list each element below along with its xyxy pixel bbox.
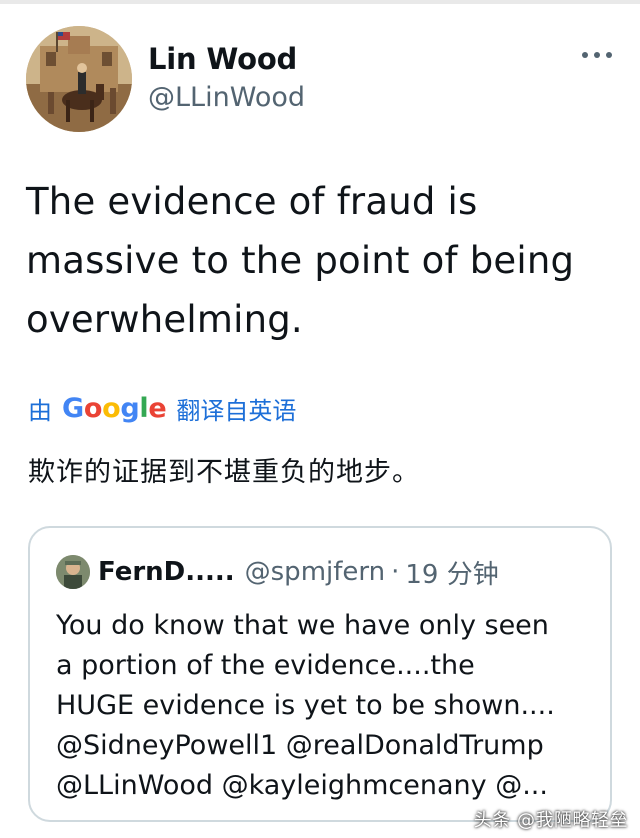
more-horizontal-icon[interactable] xyxy=(582,48,612,62)
quoted-tweet-header: FernD..... @spmjfern · 19 分钟 xyxy=(56,552,499,592)
translate-by-label: 由 xyxy=(28,396,52,425)
quoted-line: @SidneyPowell1 @realDonaldTrump xyxy=(56,730,544,761)
quoted-timestamp: 19 分钟 xyxy=(405,559,499,590)
translated-text: 欺诈的证据到不堪重负的地步。 xyxy=(28,457,420,488)
quoted-line: @LLinWood @kayleighmcenany @... xyxy=(56,770,548,801)
quoted-separator: · xyxy=(391,557,400,587)
tweet-line: massive to the point of being xyxy=(26,239,575,282)
tweet-line: overwhelming. xyxy=(26,298,303,341)
translate-from-label: 翻译自英语 xyxy=(176,396,297,425)
tweet-header: Lin Wood @LLinWood xyxy=(26,26,616,132)
tweet-line: The evidence of fraud is xyxy=(26,180,478,223)
quoted-tweet[interactable]: FernD..... @spmjfern · 19 分钟 You do know… xyxy=(28,526,612,822)
quoted-line: You do know that we have only seen xyxy=(56,610,549,641)
watermark: 头条 @我陋略轻垒 xyxy=(473,810,628,831)
quoted-tweet-text: You do know that we have only seen a por… xyxy=(56,606,596,806)
tweet-text: The evidence of fraud is massive to the … xyxy=(26,172,616,349)
translate-attribution[interactable]: 由 Google 翻译自英语 xyxy=(28,388,296,428)
quoted-author-handle: @spmjfern xyxy=(244,557,386,587)
google-logo: Google xyxy=(62,392,167,424)
author-handle[interactable]: @LLinWood xyxy=(148,82,305,113)
top-divider xyxy=(0,0,640,4)
quoted-line: a portion of the evidence....the xyxy=(56,650,475,681)
author-avatar[interactable] xyxy=(26,26,132,132)
quoted-line: HUGE evidence is yet to be shown.... xyxy=(56,690,555,721)
quoted-author-name: FernD..... xyxy=(98,557,235,587)
quoted-author-avatar xyxy=(56,555,90,589)
author-name[interactable]: Lin Wood xyxy=(148,42,297,76)
